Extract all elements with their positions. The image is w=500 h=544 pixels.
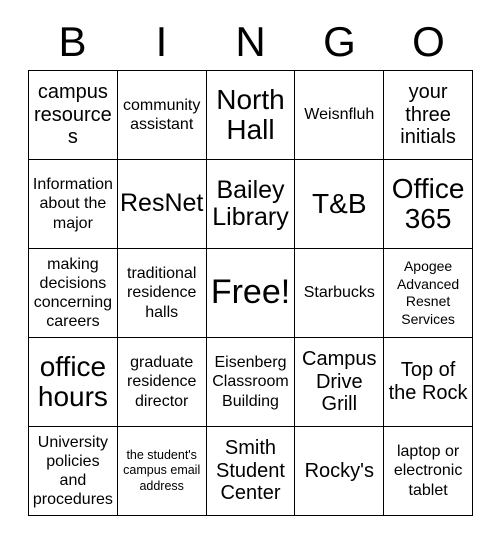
bingo-card: B I N G O campus resources community assistan… xyxy=(0,0,500,544)
bingo-cell[interactable]: Bailey Library xyxy=(206,160,296,249)
bingo-cell[interactable]: traditional residence halls xyxy=(117,249,207,338)
bingo-cell-text: North Hall xyxy=(216,83,285,145)
bingo-header-row: BINGO xyxy=(28,14,473,70)
bingo-cell-text: Weisnfluh xyxy=(304,106,375,124)
bingo-header-letter-o: O xyxy=(412,18,445,65)
bingo-cell-text: Smith Student Center xyxy=(216,437,285,505)
bingo-cell-text: your three initials xyxy=(400,81,456,149)
bingo-cell[interactable]: Campus Drive Grill xyxy=(295,338,385,427)
bingo-grid: campus resources community assistant North… xyxy=(28,70,473,516)
bingo-cell-text: Eisenberg Classroom Building xyxy=(212,354,289,410)
bingo-cell[interactable]: Office 365 xyxy=(384,160,473,249)
bingo-cell-text: Top of the Rock xyxy=(388,359,468,404)
bingo-cell[interactable]: office hours xyxy=(29,338,118,427)
bingo-cell-text: Free! xyxy=(210,273,291,312)
bingo-cell-text: ResNet xyxy=(120,189,204,218)
bingo-cell[interactable]: Apogee Advanced Resnet Services xyxy=(384,249,473,338)
bingo-cell-text: community assistant xyxy=(123,96,201,133)
bingo-cell-text: Campus Drive Grill xyxy=(302,348,377,416)
bingo-header-letter-i: I xyxy=(155,18,168,65)
bingo-cell[interactable]: community assistant xyxy=(117,71,207,160)
bingo-cell[interactable]: the student's campus email address xyxy=(117,427,207,516)
bingo-cell[interactable]: laptop or electronic tablet xyxy=(384,427,473,516)
bingo-cell-text: Apogee Advanced Resnet Services xyxy=(396,258,460,327)
bingo-cell-text: Information about the major xyxy=(32,176,113,232)
bingo-cell-text: Office 365 xyxy=(391,172,465,234)
bingo-cell[interactable]: Rocky's xyxy=(295,427,385,516)
bingo-cell-text: T&B xyxy=(312,187,367,219)
bingo-cell[interactable]: North Hall xyxy=(206,71,296,160)
bingo-cell-text: traditional residence halls xyxy=(127,265,197,321)
bingo-cell[interactable]: graduate residence director xyxy=(117,338,207,427)
bingo-cell[interactable]: Weisnfluh xyxy=(295,71,385,160)
bingo-cell-text: campus resources xyxy=(33,81,112,149)
bingo-cell[interactable]: T&B xyxy=(295,160,385,249)
bingo-cell[interactable]: Smith Student Center xyxy=(206,427,296,516)
bingo-cell-text: laptop or electronic tablet xyxy=(393,443,463,499)
bingo-cell-text: graduate residence director xyxy=(127,354,197,410)
bingo-cell-text: Rocky's xyxy=(304,459,374,482)
bingo-cell[interactable]: your three initials xyxy=(384,71,473,160)
bingo-header-letter-b: B xyxy=(58,18,87,65)
bingo-cell[interactable]: University policies and procedures xyxy=(29,427,118,516)
bingo-cell-text: Bailey Library xyxy=(212,175,289,231)
bingo-cell-text: University policies and procedures xyxy=(32,433,113,509)
bingo-cell[interactable]: Top of the Rock xyxy=(384,338,473,427)
bingo-cell[interactable]: Eisenberg Classroom Building xyxy=(206,338,296,427)
bingo-header-letter-g: G xyxy=(323,18,356,65)
bingo-cell[interactable]: ResNet xyxy=(117,160,207,249)
bingo-cell-text: the student's campus email address xyxy=(123,447,201,493)
bingo-cell[interactable]: Starbucks xyxy=(295,249,385,338)
bingo-cell-text: Starbucks xyxy=(303,284,375,302)
bingo-cell-text: office hours xyxy=(37,350,108,412)
bingo-free-space-cell[interactable]: Free! xyxy=(206,249,296,338)
bingo-cell[interactable]: Information about the major xyxy=(29,160,118,249)
bingo-cell[interactable]: campus resources xyxy=(29,71,118,160)
bingo-cell-text: making decisions concerning careers xyxy=(33,255,113,331)
bingo-header-letter-n: N xyxy=(235,18,266,65)
bingo-cell[interactable]: making decisions concerning careers xyxy=(29,249,118,338)
